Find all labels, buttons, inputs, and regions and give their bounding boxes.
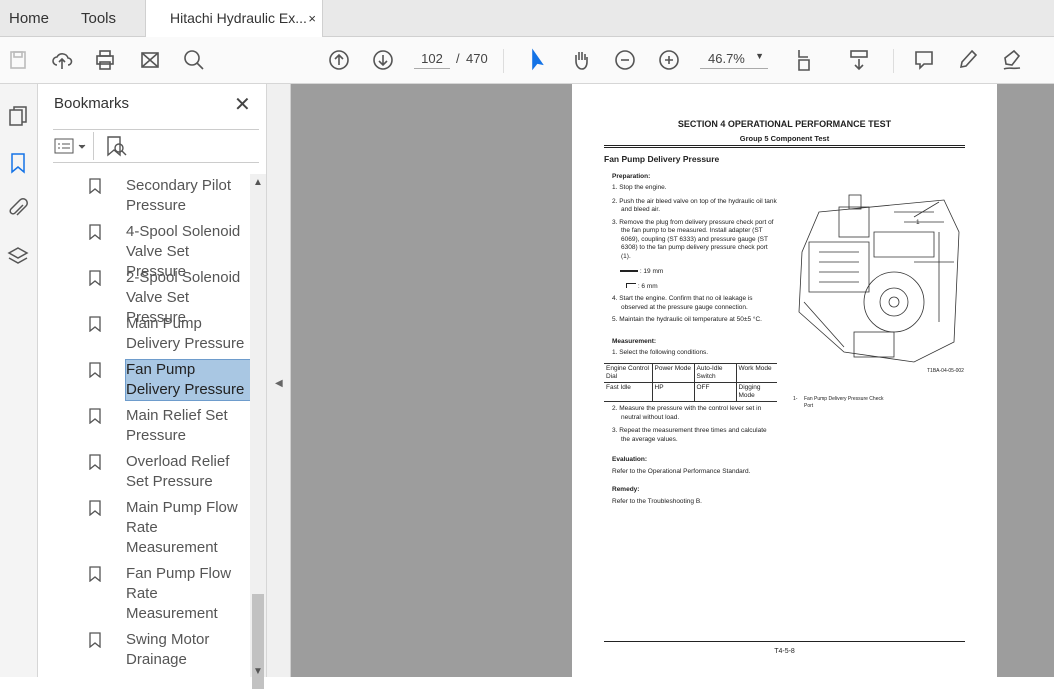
bookmark-icon: [89, 566, 101, 582]
page-total: 470: [466, 51, 488, 66]
page-heading: Fan Pump Delivery Pressure: [604, 154, 720, 164]
bookmarks-panel: Bookmarks ✕ Secondary Pilot Pressure 4-Sp…: [38, 84, 266, 689]
tab-document[interactable]: Hitachi Hydraulic Ex... ×: [145, 0, 323, 38]
bookmarks-title: Bookmarks: [54, 95, 130, 112]
pdf-page: SECTION 4 OPERATIONAL PERFORMANCE TEST G…: [572, 84, 997, 677]
previous-page-button[interactable]: [326, 47, 352, 73]
save-icon[interactable]: [5, 47, 31, 73]
zoom-out-button[interactable]: [612, 47, 638, 73]
bookmark-label: Main Pump Flow Rate Measurement: [126, 499, 238, 556]
bookmark-label: Main Relief Set Pressure: [126, 407, 228, 444]
bookmark-label: Fan Pump Flow Rate Measurement: [126, 565, 232, 622]
figure-code: T1BA-04-05-002: [927, 368, 964, 374]
remedy-label: Remedy:: [612, 486, 640, 493]
navigation-rail: [0, 84, 38, 677]
preparation-label: Preparation:: [612, 173, 651, 180]
evaluation-label: Evaluation:: [612, 456, 648, 463]
page-separator: /: [456, 51, 460, 66]
conditions-table: Engine Control Dial Power Mode Auto-Idle S…: [604, 363, 777, 402]
page-footer: T4-5-8: [774, 648, 795, 655]
bookmark-icon: [89, 362, 101, 378]
layers-icon[interactable]: [6, 245, 32, 271]
bookmark-label: Fan Pump Delivery Pressure: [125, 359, 251, 401]
comment-icon[interactable]: [911, 47, 937, 73]
tab-home[interactable]: Home: [9, 0, 49, 37]
zoom-in-button[interactable]: [656, 47, 682, 73]
bookmarks-scrollbar[interactable]: ▲ ▼: [250, 174, 266, 689]
bookmark-label: Main Pump Delivery Pressure: [126, 315, 245, 352]
measurement-label: Measurement:: [612, 338, 657, 345]
group-title: Group 5 Component Test: [739, 134, 830, 143]
bookmark-icon: [89, 178, 101, 194]
wrench-icon: [620, 270, 638, 273]
select-tool-icon[interactable]: [524, 47, 550, 73]
tab-bar: Home Tools Hitachi Hydraulic Ex... ×: [0, 0, 1054, 38]
toolbar: 102 / 470 46.7% ▼: [0, 37, 1054, 84]
callout-number: 1: [916, 219, 920, 226]
tab-document-label: Hitachi Hydraulic Ex...: [170, 10, 307, 26]
bookmark-icon: [89, 454, 101, 470]
bookmark-icon: [89, 632, 101, 648]
options-menu-button[interactable]: [54, 136, 88, 156]
legend-number: 1-: [793, 396, 798, 402]
highlight-pen-icon[interactable]: [955, 47, 981, 73]
bookmark-icon: [89, 270, 101, 286]
scroll-down-icon[interactable]: ▼: [253, 666, 263, 677]
search-icon[interactable]: [181, 47, 207, 73]
panel-divider[interactable]: ◀: [266, 84, 291, 677]
scroll-up-icon[interactable]: ▲: [253, 177, 263, 188]
page-fit-icon[interactable]: [792, 47, 818, 73]
bookmark-icon: [89, 316, 101, 332]
cloud-upload-icon[interactable]: [49, 47, 75, 73]
page-thumbnails-icon[interactable]: [6, 104, 32, 130]
zoom-select[interactable]: 46.7% ▼: [700, 51, 768, 69]
bookmark-icon: [89, 408, 101, 424]
chevron-down-icon: ▼: [755, 51, 764, 61]
measurement-steps: 2. Measure the pressure with the control…: [612, 405, 767, 443]
sign-icon[interactable]: [999, 47, 1025, 73]
attachments-icon[interactable]: [6, 197, 32, 223]
fan-pump-illustration: [798, 194, 960, 363]
tab-tools[interactable]: Tools: [81, 0, 116, 37]
email-icon[interactable]: [137, 47, 163, 73]
scroll-mode-icon[interactable]: [846, 47, 872, 73]
bookmark-label: Swing Motor Drainage: [126, 631, 210, 668]
close-panel-button[interactable]: ✕: [234, 92, 251, 117]
preparation-steps: 1. Stop the engine. 2. Push the air blee…: [612, 184, 777, 323]
measurement-step-1: 1. Select the following conditions.: [612, 349, 709, 356]
hex-key-icon: [626, 283, 636, 289]
bookmark-search-icon[interactable]: [105, 135, 127, 159]
legend-text: Fan Pump Delivery Pressure Check Port: [804, 396, 884, 409]
bookmark-label: Secondary Pilot Pressure: [126, 177, 232, 214]
section-title: SECTION 4 OPERATIONAL PERFORMANCE TEST: [677, 119, 892, 129]
page-number-input[interactable]: 102: [414, 51, 450, 69]
bookmark-label: Overload Relief Set Pressure: [126, 453, 230, 490]
bookmark-icon: [89, 224, 101, 240]
bookmarks-toolbar: [53, 129, 259, 163]
collapse-panel-icon[interactable]: ◀: [275, 378, 283, 389]
hand-tool-icon[interactable]: [568, 47, 594, 73]
bookmarks-icon[interactable]: [6, 151, 32, 177]
remedy-text: Refer to the Troubleshooting B.: [612, 498, 702, 505]
print-icon[interactable]: [92, 47, 118, 73]
close-tab-button[interactable]: ×: [308, 0, 316, 37]
evaluation-text: Refer to the Operational Performance Sta…: [612, 468, 751, 475]
next-page-button[interactable]: [370, 47, 396, 73]
bookmark-icon: [89, 500, 101, 516]
zoom-value: 46.7%: [708, 51, 745, 66]
